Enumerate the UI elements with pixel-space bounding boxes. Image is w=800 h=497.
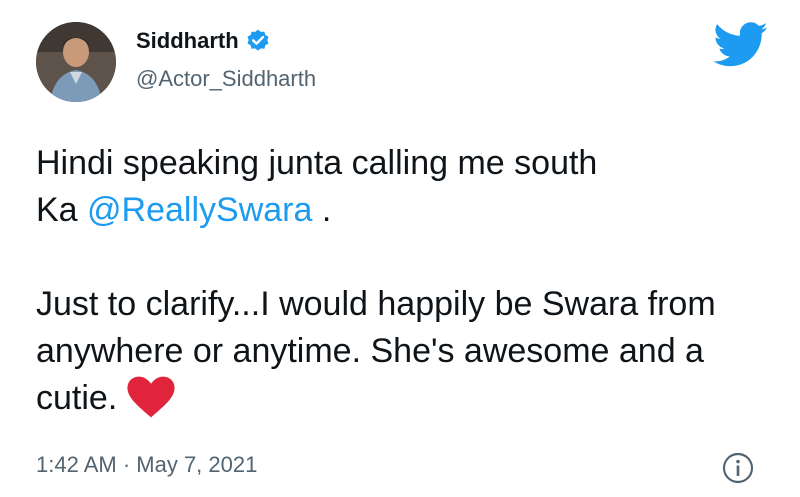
tweet-line-2-suffix: . — [312, 191, 332, 229]
tweet-line-1: Hindi speaking junta calling me south — [36, 144, 598, 182]
author-name-row[interactable]: Siddharth — [136, 28, 271, 54]
tweet-card: Siddharth @Actor_Siddharth Hindi speakin… — [0, 0, 800, 497]
verified-badge-icon — [247, 29, 269, 51]
twitter-bird-icon[interactable] — [713, 22, 769, 68]
author-display-name[interactable]: Siddharth — [136, 28, 239, 54]
tweet-text: Hindi speaking junta calling me south Ka… — [36, 140, 776, 422]
tweet-line-2-prefix: Ka — [36, 191, 88, 229]
tweet-timestamp[interactable]: 1:42 AM · May 7, 2021 — [36, 452, 257, 478]
tweet-paragraph-1: Hindi speaking junta calling me south Ka… — [36, 140, 776, 234]
mention-link[interactable]: @ReallySwara — [87, 191, 312, 229]
avatar[interactable] — [36, 22, 116, 102]
info-icon[interactable] — [722, 452, 754, 484]
red-heart-icon — [127, 376, 175, 418]
tweet-paragraph-2: Just to clarify...I would happily be Swa… — [36, 281, 776, 422]
avatar-photo — [36, 22, 116, 102]
author-handle[interactable]: @Actor_Siddharth — [136, 66, 316, 92]
